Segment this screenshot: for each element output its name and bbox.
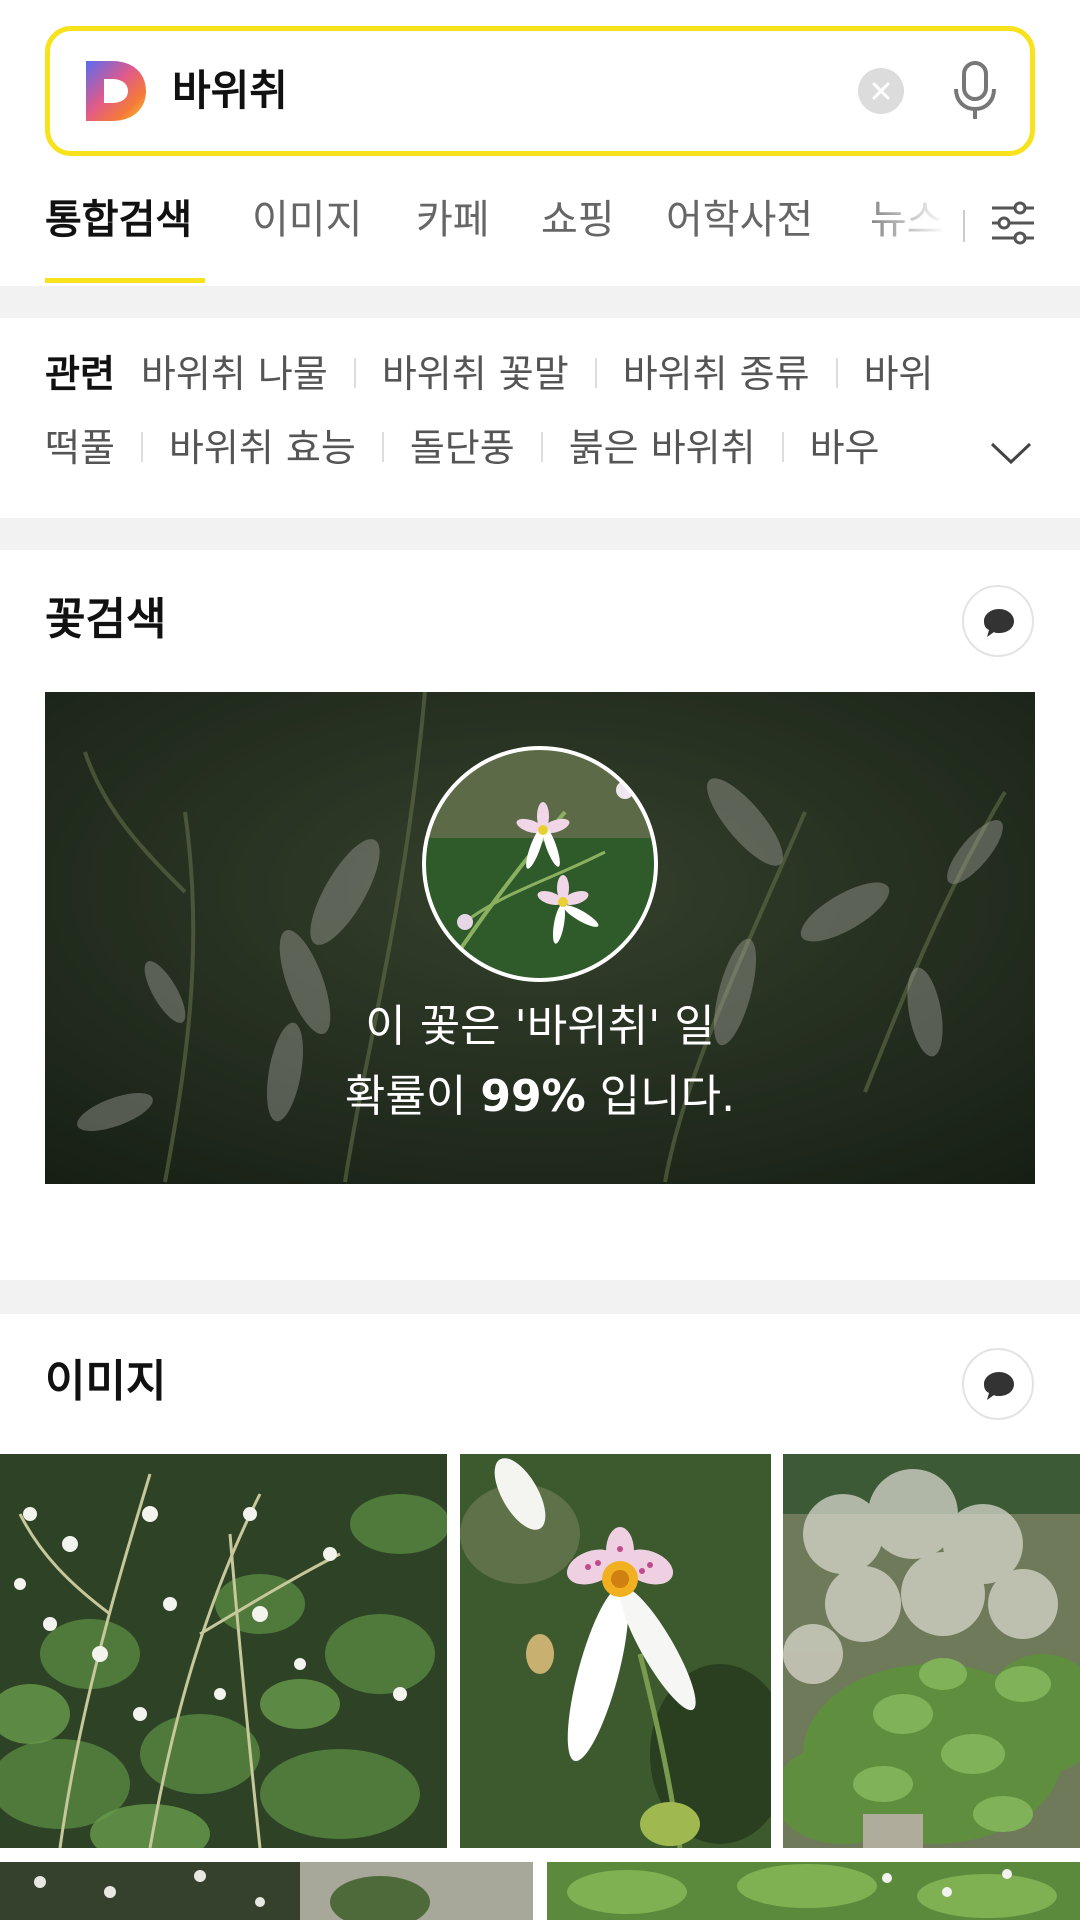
tab-fade — [850, 180, 970, 270]
related-item[interactable]: 바위취 나물 — [141, 344, 328, 404]
result-line-1: 이 꽃은 '바위취' 일 — [365, 1001, 715, 1052]
related-heading: 관련 — [45, 352, 115, 396]
chat-bubble-icon[interactable] — [962, 1348, 1034, 1420]
flower-search-title: 꽃검색 — [45, 594, 167, 645]
mic-icon[interactable] — [950, 57, 1000, 125]
probability-value: 99% — [480, 1071, 586, 1122]
section-divider — [0, 286, 1080, 318]
related-item[interactable]: 붉은 바위취 — [569, 418, 756, 478]
clear-icon[interactable] — [858, 68, 904, 114]
related-item[interactable]: 바위 — [864, 344, 934, 404]
filter-icon[interactable] — [990, 198, 1036, 248]
search-input[interactable]: 바위취 — [172, 57, 288, 125]
chat-bubble-icon[interactable] — [962, 585, 1034, 657]
image-result[interactable] — [460, 1454, 771, 1848]
image-result[interactable] — [0, 1862, 533, 1920]
result-prefix: 확률이 — [344, 1071, 481, 1122]
related-item[interactable]: 바위취 효능 — [169, 418, 356, 478]
related-fade — [940, 318, 1080, 516]
chevron-down-icon[interactable] — [988, 438, 1034, 472]
image-result[interactable] — [547, 1862, 1080, 1920]
section-divider — [0, 1280, 1080, 1314]
image-result[interactable] — [0, 1454, 447, 1848]
search-tabs: 통합검색 이미지 카페 쇼핑 어학사전 뉴스 — [0, 180, 1080, 285]
daum-logo-icon[interactable] — [82, 57, 150, 125]
active-tab-indicator — [45, 278, 205, 283]
result-line-2: 확률이 99% 입니다. — [45, 1062, 1035, 1132]
images-section-title: 이미지 — [45, 1356, 167, 1407]
related-item[interactable]: 떡풀 — [45, 418, 115, 478]
image-result[interactable] — [783, 1454, 1080, 1848]
tab-dictionary[interactable]: 어학사전 — [666, 190, 813, 250]
related-searches: 관련 바위취 나물 바위취 꽃말 바위취 종류 바위 떡풀 바위취 효능 돌단풍 붉은 바위취… — [0, 318, 1080, 516]
tab-divider — [963, 210, 965, 242]
related-row-1: 관련 바위취 나물 바위취 꽃말 바위취 종류 바위 — [45, 344, 934, 404]
result-suffix: 입니다. — [585, 1071, 736, 1122]
tab-images[interactable]: 이미지 — [252, 190, 362, 250]
section-divider — [0, 518, 1080, 550]
search-bar[interactable]: 바위취 — [45, 26, 1035, 156]
tab-cafe[interactable]: 카페 — [416, 190, 490, 250]
related-item[interactable]: 바위취 꽃말 — [382, 344, 569, 404]
related-item[interactable]: 돌단풍 — [410, 418, 515, 478]
related-item[interactable]: 바우 — [810, 418, 880, 478]
flower-recognition-card[interactable]: 이 꽃은 '바위취' 일 확률이 99% 입니다. — [45, 692, 1035, 1184]
tab-shopping[interactable]: 쇼핑 — [541, 190, 615, 250]
flower-result-text: 이 꽃은 '바위취' 일 확률이 99% 입니다. — [45, 992, 1035, 1132]
tab-integrated[interactable]: 통합검색 — [45, 190, 192, 250]
related-item[interactable]: 바위취 종류 — [623, 344, 810, 404]
related-row-2: 떡풀 바위취 효능 돌단풍 붉은 바위취 바우 — [45, 418, 880, 478]
